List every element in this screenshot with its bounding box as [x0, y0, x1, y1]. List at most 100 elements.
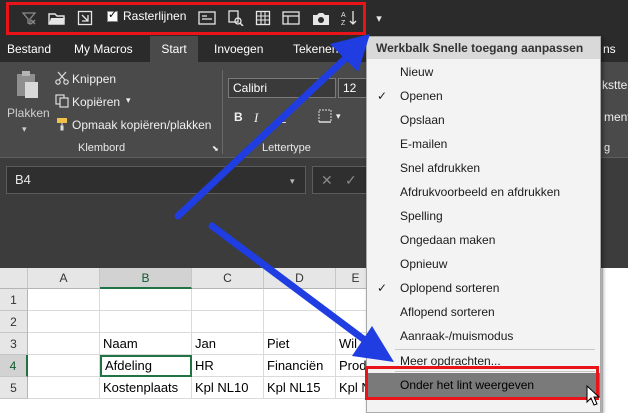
menu-item-afdrukvoorbeeld[interactable]: Afdrukvoorbeeld en afdrukken	[367, 180, 600, 204]
menu-item-aflopend-sorteren[interactable]: Aflopend sorteren	[367, 300, 600, 324]
select-all-corner[interactable]	[0, 268, 28, 289]
cell-b1[interactable]	[100, 289, 192, 311]
cell-c3[interactable]: Jan	[192, 333, 264, 355]
cell-a3[interactable]	[28, 333, 100, 355]
format-painter-icon[interactable]	[55, 117, 69, 134]
name-box[interactable]: B4	[6, 166, 306, 194]
menu-item-label: Nieuw	[400, 65, 434, 79]
underline-button-icon[interactable]	[274, 109, 286, 123]
cancel-icon[interactable]: ✕	[321, 172, 333, 189]
cut-button[interactable]: Knippen	[72, 72, 116, 86]
paste-icon[interactable]	[14, 70, 40, 103]
menu-item-label: Spelling	[400, 209, 443, 223]
paste-dropdown-icon[interactable]: ▾	[22, 124, 27, 135]
row-header-4[interactable]: 4	[0, 355, 28, 377]
copy-button[interactable]: Kopiëren	[72, 95, 120, 109]
italic-button[interactable]: I	[254, 110, 258, 126]
clear-filter-icon[interactable]	[18, 7, 40, 29]
tab-my-macros[interactable]: My Macros	[67, 36, 140, 62]
menu-item-label: Openen	[400, 89, 443, 103]
paste-label[interactable]: Plakken	[7, 106, 50, 120]
bold-button[interactable]: B	[234, 110, 243, 124]
cell-c2[interactable]	[192, 311, 264, 333]
sort-az-icon[interactable]: AZ	[338, 7, 360, 29]
menu-item-openen[interactable]: ✓ Openen	[367, 84, 600, 108]
menu-item-snel-afdrukken[interactable]: Snel afdrukken	[367, 156, 600, 180]
cell-a4[interactable]	[28, 355, 100, 377]
excel-window: Rasterlijnen AZ ▾ Bestand My Macros Star…	[0, 0, 628, 413]
menu-item-aanraakmodus[interactable]: Aanraak-/muismodus	[367, 324, 600, 348]
copy-icon[interactable]	[55, 94, 69, 111]
cell-a1[interactable]	[28, 289, 100, 311]
menu-item-opnieuw[interactable]: Opnieuw	[367, 252, 600, 276]
quick-access-toolbar: Rasterlijnen AZ ▾	[0, 0, 628, 36]
enter-icon[interactable]: ✓	[345, 172, 357, 189]
menu-item-label: Opslaan	[400, 113, 445, 127]
menu-item-ongedaan-maken[interactable]: Ongedaan maken	[367, 228, 600, 252]
svg-text:A: A	[341, 12, 346, 19]
check-icon: ✓	[377, 281, 388, 295]
menu-item-e-mailen[interactable]: E-mailen	[367, 132, 600, 156]
cell-a5[interactable]	[28, 377, 100, 399]
cell-b5[interactable]: Kostenplaats	[100, 377, 192, 399]
column-header-a[interactable]: A	[28, 268, 100, 289]
formula-buttons: ✕ ✓	[312, 166, 368, 194]
cell-b2[interactable]	[100, 311, 192, 333]
ribbon-separator	[222, 70, 223, 154]
cell-c1[interactable]	[192, 289, 264, 311]
menu-item-oplopend-sorteren[interactable]: ✓ Oplopend sorteren	[367, 276, 600, 300]
menu-item-nieuw[interactable]: Nieuw	[367, 60, 600, 84]
format-painter-button[interactable]: Opmaak kopiëren/plakken	[72, 118, 211, 132]
clipboard-group-label: Klembord	[78, 142, 126, 154]
table2-icon[interactable]	[280, 7, 302, 29]
copy-dropdown-icon[interactable]: ▾	[126, 95, 131, 106]
tab-tekenen[interactable]: Tekenen	[286, 36, 345, 62]
name-box-dropdown-icon[interactable]: ▾	[290, 176, 295, 187]
cell-c4[interactable]: HR	[192, 355, 264, 377]
cell-d2[interactable]	[264, 311, 336, 333]
rasterlijnen-checkbox[interactable]	[107, 8, 118, 22]
grid-icon[interactable]	[74, 7, 96, 29]
sheet-right-strip	[602, 268, 628, 413]
customize-qat-menu: Werkbalk Snelle toegang aanpassen Nieuw …	[366, 36, 601, 413]
table-icon[interactable]	[252, 7, 274, 29]
ribbon-cut-text-2: menv	[604, 110, 628, 124]
row-header-5[interactable]: 5	[0, 377, 28, 399]
menu-item-label: Snel afdrukken	[400, 161, 481, 175]
tab-start[interactable]: Start	[150, 36, 198, 62]
cell-c5[interactable]: Kpl NL10	[192, 377, 264, 399]
tab-invoegen[interactable]: Invoegen	[207, 36, 270, 62]
cell-d3[interactable]: Piet	[264, 333, 336, 355]
menu-item-spelling[interactable]: Spelling	[367, 204, 600, 228]
row-header-3[interactable]: 3	[0, 333, 28, 355]
clipboard-launcher-icon[interactable]: ⬊	[212, 144, 219, 153]
font-name-combo[interactable]: Calibri	[228, 78, 336, 98]
open-folder-icon[interactable]	[46, 7, 68, 29]
column-header-c[interactable]: C	[192, 268, 264, 289]
column-header-b[interactable]: B	[100, 268, 192, 289]
menu-item-label: Afdrukvoorbeeld en afdrukken	[400, 185, 561, 199]
ribbon-cut-text-1: ksttер	[602, 78, 628, 92]
borders-dropdown-icon[interactable]: ▾	[336, 111, 341, 122]
cell-d5[interactable]: Kpl NL15	[264, 377, 336, 399]
menu-item-opslaan[interactable]: Opslaan	[367, 108, 600, 132]
row-header-2[interactable]: 2	[0, 311, 28, 333]
tab-bestand[interactable]: Bestand	[0, 36, 58, 62]
cell-b4-active[interactable]: Afdeling	[100, 355, 192, 377]
camera-icon[interactable]	[310, 7, 332, 29]
scissors-icon[interactable]	[55, 71, 69, 88]
row-header-1[interactable]: 1	[0, 289, 28, 311]
cell-d1[interactable]	[264, 289, 336, 311]
cell-b3[interactable]: Naam	[100, 333, 192, 355]
font-size-combo[interactable]: 12	[338, 78, 368, 98]
form-icon[interactable]	[196, 7, 218, 29]
customize-button-frame	[367, 5, 393, 34]
menu-item-label: Opnieuw	[400, 257, 448, 271]
cell-d4[interactable]: Financiën	[264, 355, 336, 377]
menu-item-label: Aflopend sorteren	[400, 305, 495, 319]
column-header-d[interactable]: D	[264, 268, 336, 289]
borders-icon[interactable]	[318, 109, 332, 126]
menu-item-label: Ongedaan maken	[400, 233, 496, 247]
cell-a2[interactable]	[28, 311, 100, 333]
print-preview-icon[interactable]	[224, 7, 246, 29]
